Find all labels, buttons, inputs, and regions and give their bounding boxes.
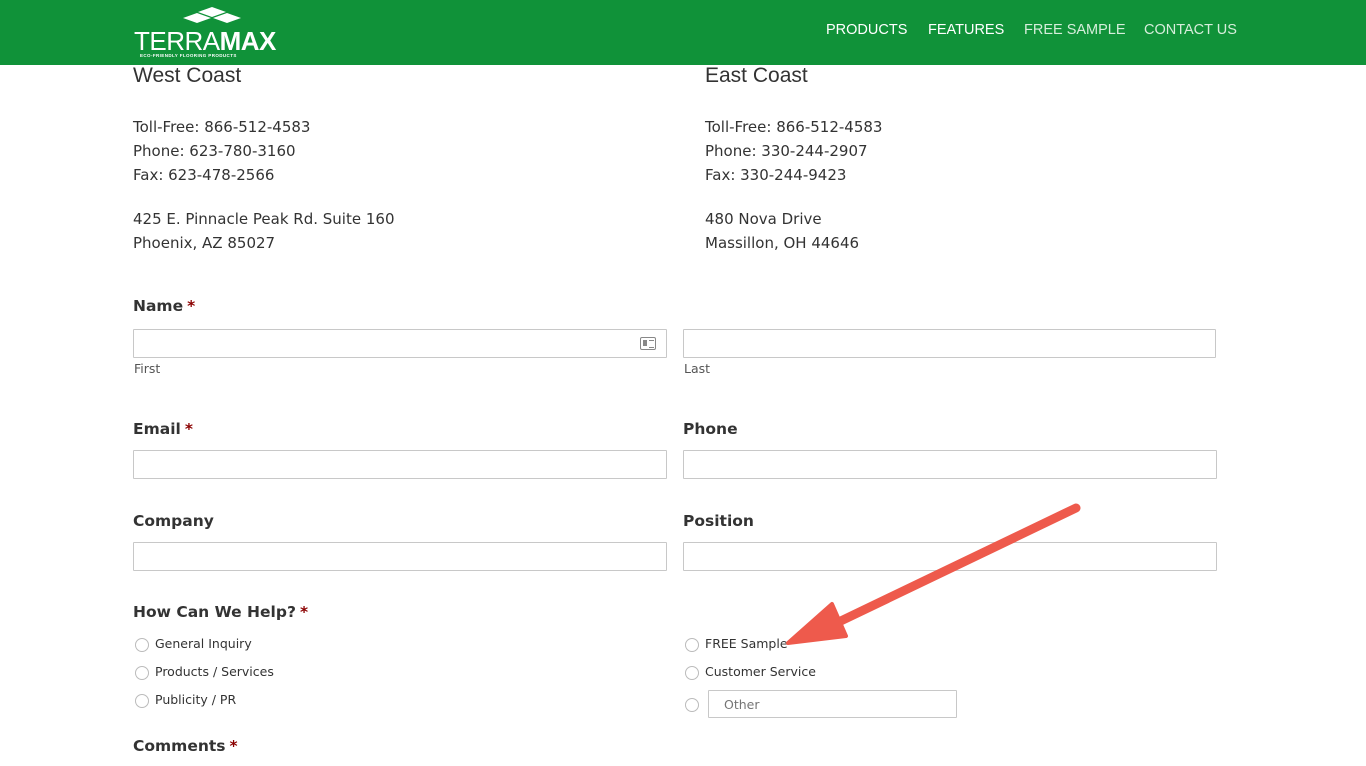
help-label-text: How Can We Help? <box>133 603 296 621</box>
other-input[interactable] <box>708 690 957 718</box>
logo-terra: TERRA <box>134 26 220 56</box>
name-label: Name * <box>133 297 195 315</box>
east-address-line1: 480 Nova Drive <box>705 210 822 228</box>
radio-label-publicity-pr[interactable]: Publicity / PR <box>155 692 236 707</box>
east-coast-title: East Coast <box>705 64 808 87</box>
radio-general-inquiry[interactable] <box>135 638 149 652</box>
radio-free-sample[interactable] <box>685 638 699 652</box>
east-address-line2: Massillon, OH 44646 <box>705 234 860 252</box>
email-input[interactable] <box>133 450 667 479</box>
radio-label-general-inquiry[interactable]: General Inquiry <box>155 636 252 651</box>
logo-max: MAX <box>219 26 277 56</box>
west-fax: Fax: 623-478-2566 <box>133 166 275 184</box>
west-coast-title: West Coast <box>133 64 242 87</box>
east-phone: Phone: 330-244-2907 <box>705 142 868 160</box>
site-header: TERRAMAX ECO-FRIENDLY FLOORING PRODUCTS … <box>0 0 1366 65</box>
nav-features[interactable]: FEATURES <box>928 22 1004 42</box>
logo-wordmark: TERRAMAX <box>134 28 276 54</box>
terramax-logo[interactable]: TERRAMAX ECO-FRIENDLY FLOORING PRODUCTS <box>134 6 286 60</box>
company-input[interactable] <box>133 542 667 571</box>
nav-free-sample[interactable]: FREE SAMPLE <box>1024 22 1126 42</box>
email-label: Email * <box>133 420 193 438</box>
phone-label: Phone <box>683 420 738 438</box>
nav-products[interactable]: PRODUCTS <box>826 22 907 42</box>
email-label-text: Email <box>133 420 181 438</box>
comments-label: Comments * <box>133 737 238 755</box>
west-toll-free: Toll-Free: 866-512-4583 <box>133 118 311 136</box>
contact-card-icon[interactable] <box>640 337 656 350</box>
phone-input[interactable] <box>683 450 1217 479</box>
required-marker: * <box>184 420 193 438</box>
east-fax: Fax: 330-244-9423 <box>705 166 847 184</box>
comments-label-text: Comments <box>133 737 226 755</box>
name-label-text: Name <box>133 297 184 315</box>
last-sublabel: Last <box>684 361 711 376</box>
west-address-line1: 425 E. Pinnacle Peak Rd. Suite 160 <box>133 210 395 228</box>
first-name-input[interactable] <box>133 329 667 358</box>
last-name-input[interactable] <box>683 329 1216 358</box>
first-sublabel: First <box>134 361 161 376</box>
radio-customer-service[interactable] <box>685 666 699 680</box>
radio-other[interactable] <box>685 698 699 712</box>
west-phone: Phone: 623-780-3160 <box>133 142 296 160</box>
required-marker: * <box>229 737 238 755</box>
radio-products-services[interactable] <box>135 666 149 680</box>
radio-label-customer-service[interactable]: Customer Service <box>705 664 816 679</box>
west-address-line2: Phoenix, AZ 85027 <box>133 234 276 252</box>
required-marker: * <box>299 603 309 621</box>
company-label: Company <box>133 512 214 530</box>
tile-logo-icon <box>183 7 241 23</box>
nav-contact-us[interactable]: CONTACT US <box>1144 22 1237 42</box>
radio-publicity-pr[interactable] <box>135 694 149 708</box>
east-toll-free: Toll-Free: 866-512-4583 <box>705 118 883 136</box>
radio-label-products-services[interactable]: Products / Services <box>155 664 274 679</box>
logo-tagline: ECO-FRIENDLY FLOORING PRODUCTS <box>140 53 237 58</box>
position-label: Position <box>683 512 754 530</box>
required-marker: * <box>187 297 196 315</box>
help-label: How Can We Help? * <box>133 603 308 621</box>
annotation-arrow-icon <box>786 503 1081 645</box>
